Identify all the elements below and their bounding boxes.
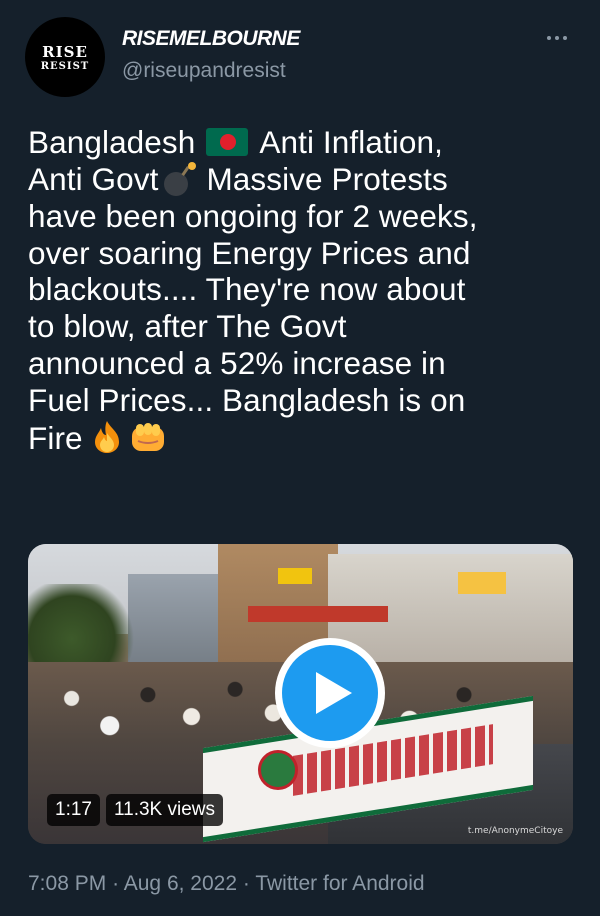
tweet-line: Fire <box>28 419 583 457</box>
tweet-text-segment: Massive Protests <box>206 160 448 197</box>
play-icon <box>316 672 352 714</box>
tweet-header: RISE RESIST RISEMELBOURNE @riseupandresi… <box>0 0 600 120</box>
video-scene-awning <box>248 606 388 622</box>
video-watermark: t.me/AnonymeCitoye <box>467 826 563 836</box>
tweet-line: Fuel Prices... Bangladesh is on <box>28 381 466 418</box>
fire-icon <box>94 420 119 453</box>
tweet-text-segment: Anti Inflation, <box>259 124 443 160</box>
meta-separator: · <box>242 872 250 895</box>
flag-bangladesh-icon <box>206 128 249 156</box>
video-player[interactable]: 1:17 11.3K views t.me/AnonymeCitoye <box>28 544 573 844</box>
tweet-text: Bangladesh Anti Inflation, Anti Govt Mass… <box>28 124 583 456</box>
meta-separator: · <box>112 872 120 895</box>
tweet-meta: 7:08 PM · Aug 6, 2022 · Twitter for Andr… <box>28 872 425 896</box>
video-scene-banner-emblem <box>258 750 298 790</box>
display-name[interactable]: RISEMELBOURNE <box>122 27 300 51</box>
video-views: 11.3K views <box>105 794 224 826</box>
video-scene-sign <box>278 568 312 584</box>
more-horizontal-icon[interactable] <box>542 28 572 48</box>
tweet-text-segment: Anti Govt <box>28 160 159 197</box>
avatar-text-rise: RISE <box>42 42 88 61</box>
tweet-line: Anti Govt Massive Protests <box>28 161 583 198</box>
user-handle[interactable]: @riseupandresist <box>122 59 286 83</box>
tweet-line: to blow, after The Govt <box>28 308 347 345</box>
avatar-text-resist: RESIST <box>40 60 90 72</box>
tweet-line: have been ongoing for 2 weeks, <box>28 197 478 234</box>
tweet-time[interactable]: 7:08 PM <box>28 872 106 895</box>
tweet-line: over soaring Energy Prices and <box>28 234 471 271</box>
tweet-line: announced a 52% increase in <box>28 344 446 381</box>
play-button-circle <box>282 645 378 741</box>
avatar[interactable]: RISE RESIST <box>25 17 105 97</box>
video-scene-sign <box>458 572 506 594</box>
tweet-source[interactable]: Twitter for Android <box>255 872 424 895</box>
tweet-line: Bangladesh Anti Inflation, <box>28 124 583 161</box>
bomb-icon <box>162 161 198 198</box>
video-badges: 1:17 11.3K views <box>47 794 224 826</box>
play-button[interactable] <box>275 638 385 748</box>
tweet-text-segment: Bangladesh <box>28 124 196 160</box>
oncoming-fist-icon <box>131 422 164 451</box>
tweet-text-segment: Fire <box>28 419 83 456</box>
tweet-date[interactable]: Aug 6, 2022 <box>124 872 237 895</box>
tweet-line: blackouts.... They're now about <box>28 271 466 308</box>
video-duration: 1:17 <box>47 794 100 826</box>
